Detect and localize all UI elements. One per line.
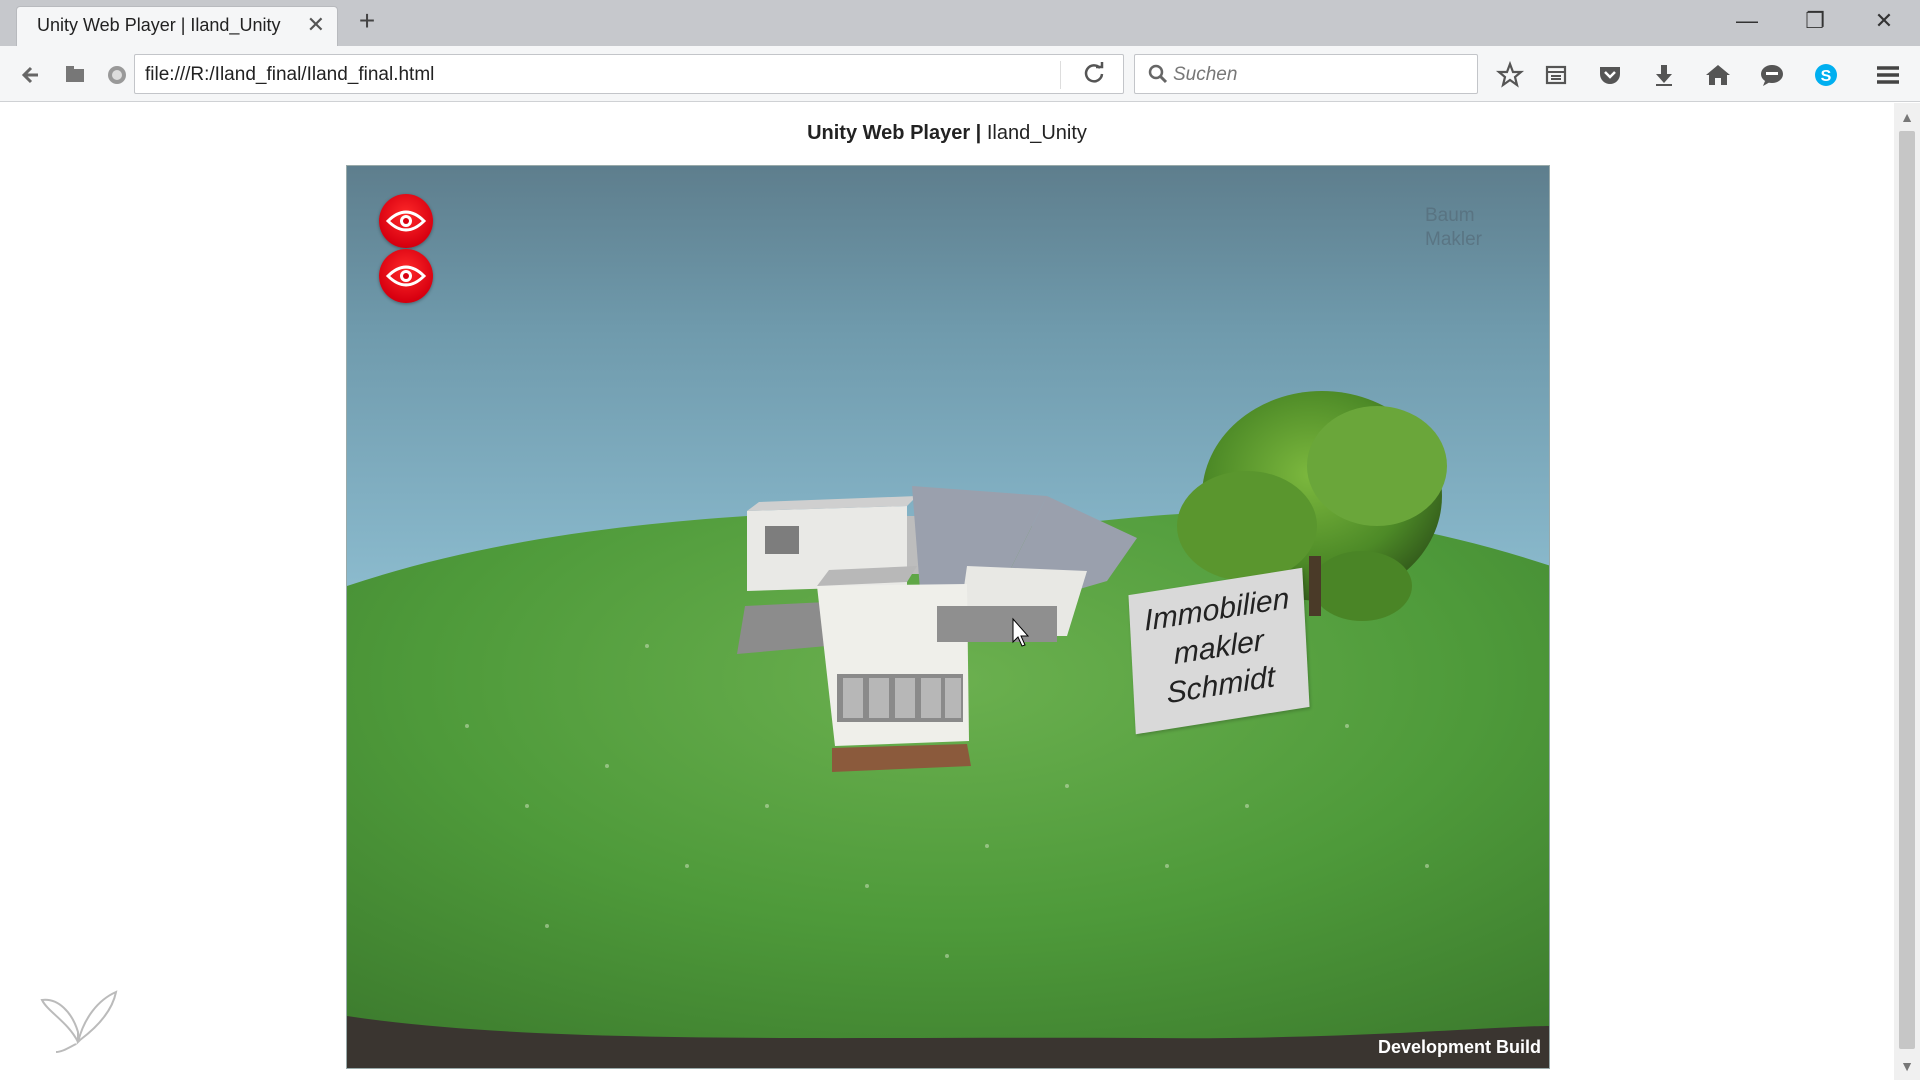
page-title: Unity Web Player | Iland_Unity [0, 122, 1894, 145]
vertical-scrollbar[interactable]: ▲ ▼ [1894, 103, 1920, 1080]
library-icon[interactable] [1540, 59, 1572, 91]
url-divider [1060, 61, 1061, 89]
new-tab-button[interactable]: + [352, 6, 382, 36]
minimize-button[interactable]: — [1725, 6, 1769, 36]
hud-label-baum[interactable]: Baum [1425, 204, 1482, 228]
eye-view-button-1[interactable] [379, 194, 433, 248]
butterfly-logo-icon [40, 990, 118, 1053]
back-arrow-icon[interactable] [16, 60, 46, 90]
hud-label-makler[interactable]: Makler [1425, 228, 1482, 252]
hud-labels: Baum Makler [1425, 204, 1482, 252]
scroll-up-arrow-icon[interactable]: ▲ [1894, 105, 1920, 129]
folder-icon[interactable] [60, 60, 90, 90]
navigation-bar: file:///R:/Iland_final/Iland_final.html … [0, 46, 1920, 102]
pocket-icon[interactable] [1594, 59, 1626, 91]
page-title-rest: Iland_Unity [981, 122, 1087, 144]
svg-text:S: S [1821, 68, 1832, 85]
url-bar[interactable]: file:///R:/Iland_final/Iland_final.html [134, 54, 1124, 94]
skype-icon[interactable]: S [1810, 59, 1842, 91]
page-title-bold: Unity Web Player | [807, 122, 982, 144]
download-icon[interactable] [1648, 59, 1680, 91]
close-tab-icon[interactable]: ✕ [307, 13, 325, 37]
search-input[interactable] [1173, 61, 1463, 89]
bookmark-star-icon[interactable] [1494, 59, 1526, 91]
site-identity-icon[interactable] [102, 60, 132, 90]
scroll-down-arrow-icon[interactable]: ▼ [1894, 1054, 1920, 1078]
eye-view-button-2[interactable] [379, 249, 433, 303]
browser-tab[interactable]: Unity Web Player | Iland_Unity ✕ [16, 6, 338, 46]
tab-title: Unity Web Player | Iland_Unity [37, 15, 281, 35]
search-bar[interactable] [1134, 54, 1478, 94]
development-build-label: Development Build [1377, 1037, 1541, 1057]
close-window-button[interactable]: ✕ [1862, 6, 1906, 36]
restore-button[interactable]: ❐ [1793, 6, 1837, 36]
title-bar: Unity Web Player | Iland_Unity ✕ + — ❐ ✕ [0, 0, 1920, 46]
reload-icon[interactable] [1079, 60, 1109, 90]
scroll-thumb[interactable] [1899, 131, 1915, 1049]
url-text[interactable]: file:///R:/Iland_final/Iland_final.html [145, 64, 434, 86]
search-icon [1145, 61, 1171, 87]
home-icon[interactable] [1702, 59, 1734, 91]
menu-icon[interactable] [1872, 59, 1904, 91]
unity-player-canvas[interactable]: Baum Makler Immobilien makler Schmidt De… [346, 165, 1550, 1069]
chat-icon[interactable] [1756, 59, 1788, 91]
3d-scene [347, 391, 1549, 1068]
realtor-sign: Immobilien makler Schmidt [1128, 567, 1310, 735]
